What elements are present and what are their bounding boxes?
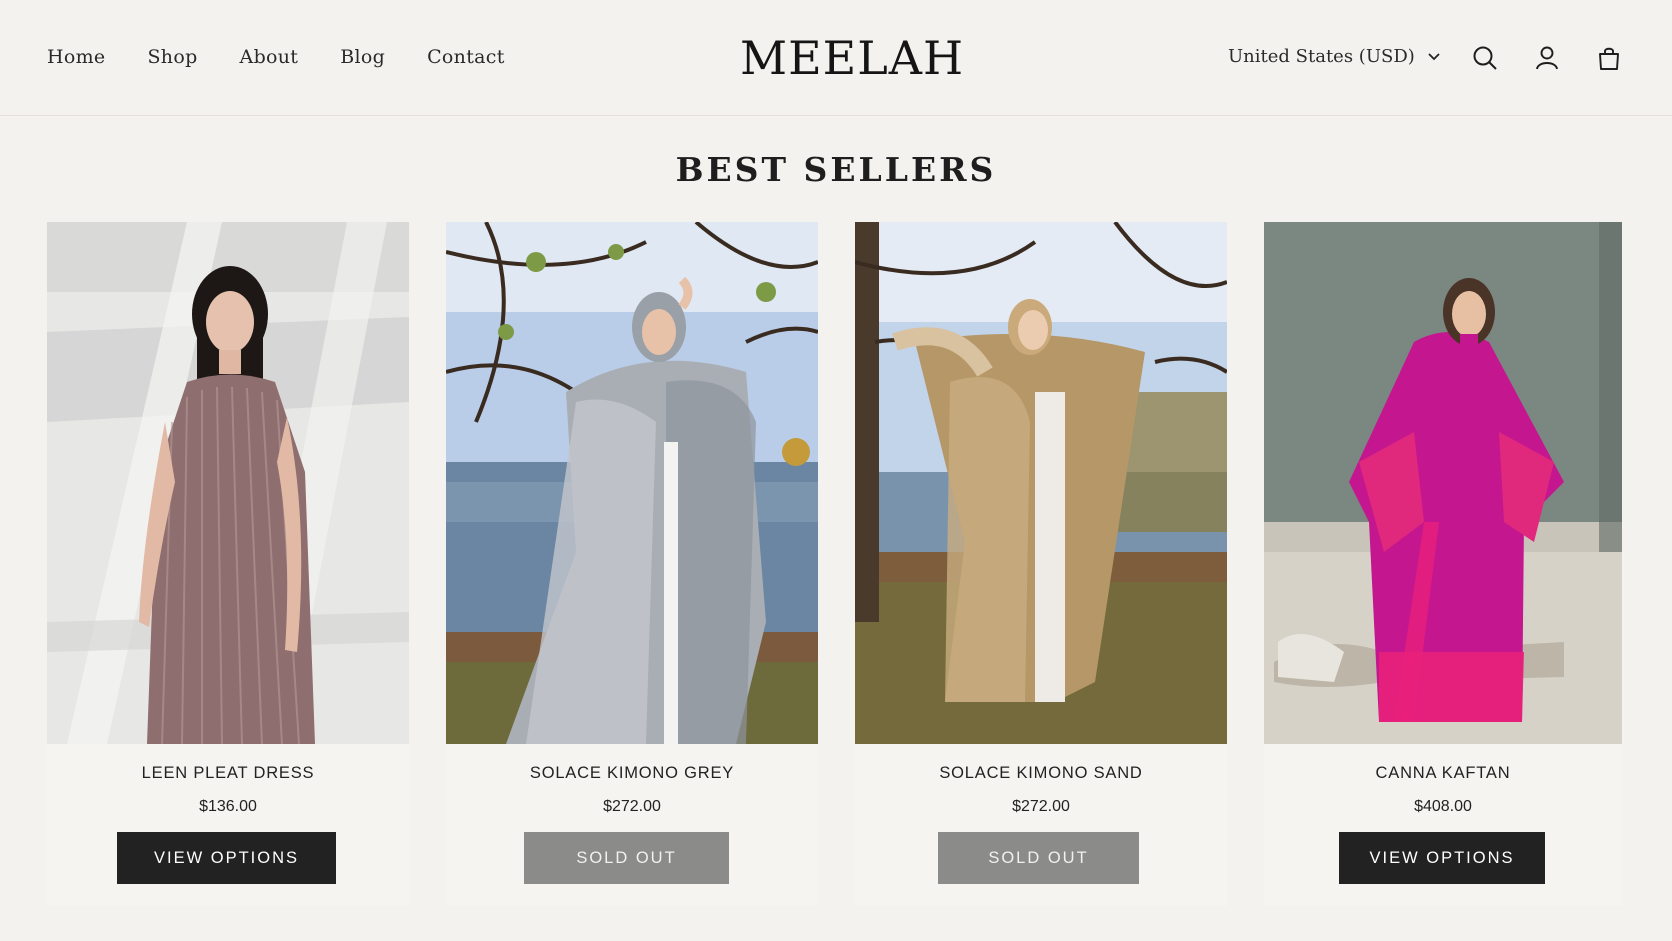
view-options-button[interactable]: VIEW OPTIONS: [1339, 832, 1545, 884]
product-image[interactable]: [446, 222, 818, 744]
main-nav: Home Shop About Blog Contact: [47, 46, 547, 68]
product-image[interactable]: [47, 222, 409, 744]
sold-out-button[interactable]: SOLD OUT: [524, 832, 729, 884]
currency-label: United States (USD): [1228, 46, 1415, 67]
view-options-button[interactable]: VIEW OPTIONS: [117, 832, 336, 884]
nav-shop[interactable]: Shop: [147, 46, 197, 68]
chevron-down-icon: [1427, 46, 1441, 67]
product-name[interactable]: CANNA KAFTAN: [1264, 764, 1622, 783]
nav-contact[interactable]: Contact: [427, 46, 505, 68]
product-card[interactable]: CANNA KAFTAN $408.00 VIEW OPTIONS: [1264, 222, 1622, 906]
product-name[interactable]: SOLACE KIMONO SAND: [855, 764, 1227, 783]
product-image[interactable]: [1264, 222, 1622, 744]
product-card[interactable]: SOLACE KIMONO GREY $272.00 SOLD OUT: [446, 222, 818, 906]
site-header: Home Shop About Blog Contact MEELAH Unit…: [0, 0, 1672, 116]
currency-selector[interactable]: United States (USD): [1228, 46, 1441, 67]
sold-out-button[interactable]: SOLD OUT: [938, 832, 1139, 884]
nav-about[interactable]: About: [240, 46, 299, 68]
product-name[interactable]: LEEN PLEAT DRESS: [47, 764, 409, 783]
product-card[interactable]: LEEN PLEAT DRESS $136.00 VIEW OPTIONS: [47, 222, 409, 906]
section-title: BEST SELLERS: [675, 150, 997, 189]
site-logo[interactable]: MEELAH: [740, 30, 963, 86]
product-image[interactable]: [855, 222, 1227, 744]
product-price: $272.00: [1012, 798, 1070, 815]
account-icon[interactable]: [1533, 44, 1561, 72]
cart-icon[interactable]: [1595, 44, 1623, 72]
product-price: $272.00: [603, 798, 661, 815]
search-icon[interactable]: [1471, 44, 1499, 72]
product-card[interactable]: SOLACE KIMONO SAND $272.00 SOLD OUT: [855, 222, 1227, 906]
product-price: $136.00: [199, 798, 257, 815]
nav-home[interactable]: Home: [47, 46, 105, 68]
product-name[interactable]: SOLACE KIMONO GREY: [446, 764, 818, 783]
product-price: $408.00: [1414, 798, 1472, 815]
nav-blog[interactable]: Blog: [340, 46, 385, 68]
